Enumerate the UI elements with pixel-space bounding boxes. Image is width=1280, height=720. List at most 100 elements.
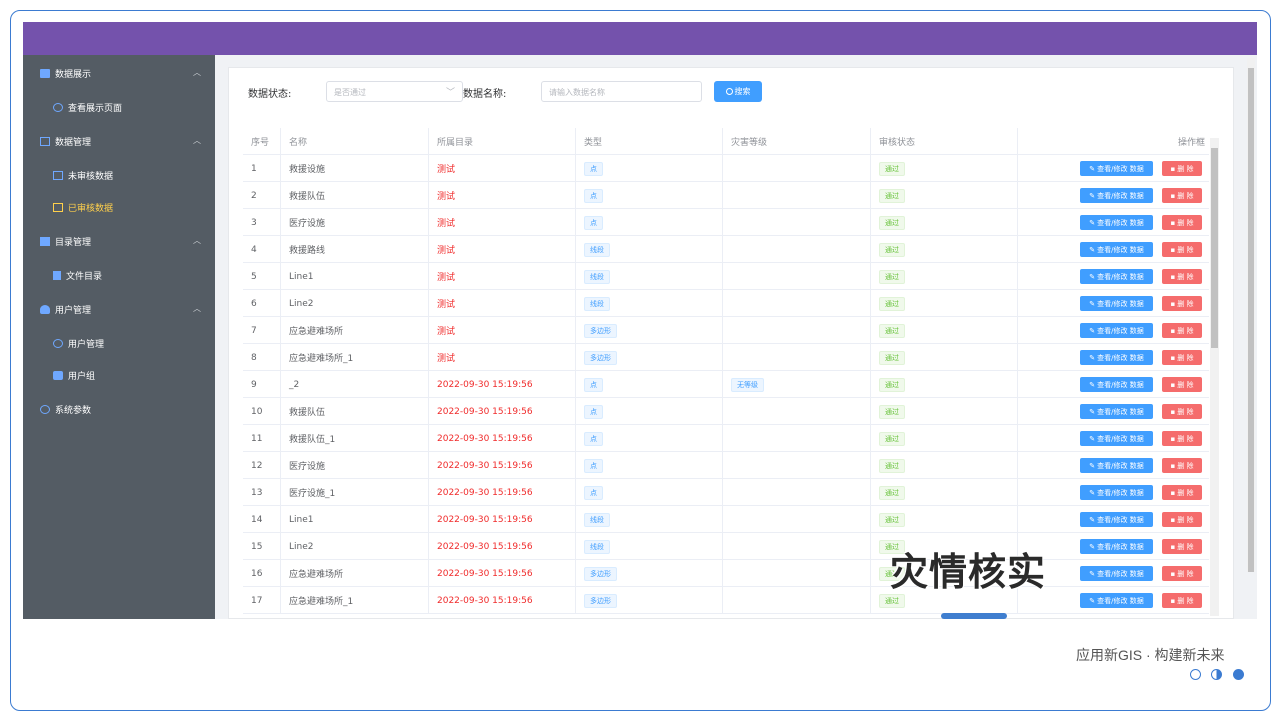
cell-actions: ✎ 查看/修改 数据 ▪ 删 除 [1018, 398, 1209, 425]
cell-no: 15 [243, 533, 281, 560]
edit-data-button[interactable]: ✎ 查看/修改 数据 [1080, 377, 1153, 392]
cell-no: 13 [243, 479, 281, 506]
edit-data-button[interactable]: ✎ 查看/修改 数据 [1080, 458, 1153, 473]
cell-no: 1 [243, 155, 281, 182]
table-row: 17 应急避难场所_1 2022-09-30 15:19:56 多边形 通过 ✎ 查看/修改… [243, 587, 1209, 614]
table-row: 15 Line2 2022-09-30 15:19:56 线段 通过 ✎ 查看/修改 数据 ▪… [243, 533, 1209, 560]
delete-button[interactable]: ▪ 删 除 [1162, 269, 1202, 284]
delete-button[interactable]: ▪ 删 除 [1162, 350, 1202, 365]
status-select[interactable]: 是否通过 ﹀ [326, 81, 463, 102]
page-scrollbar-thumb[interactable] [1248, 68, 1254, 572]
table-row: 1 救援设施 测试点 通过 ✎ 查看/修改 数据 ▪ 删 除 [243, 155, 1209, 182]
cell-disaster-level [723, 398, 871, 425]
delete-button[interactable]: ▪ 删 除 [1162, 188, 1202, 203]
table-row: 11 救援队伍_1 2022-09-30 15:19:56 点 通过 ✎ 查看/修改 数据 ▪… [243, 425, 1209, 452]
cell-disaster-level [723, 479, 871, 506]
edit-data-button[interactable]: ✎ 查看/修改 数据 [1080, 404, 1153, 419]
menu-system-params[interactable]: 系统参数 [23, 399, 215, 419]
delete-button[interactable]: ▪ 删 除 [1162, 458, 1202, 473]
edit-data-button[interactable]: ✎ 查看/修改 数据 [1080, 242, 1153, 257]
trash-icon: ▪ [1170, 515, 1176, 524]
type-tag: 点 [584, 377, 603, 392]
delete-button[interactable]: ▪ 删 除 [1162, 215, 1202, 230]
menu-data-display[interactable]: 数据展示 ︿ [23, 63, 215, 83]
edit-data-button[interactable]: ✎ 查看/修改 数据 [1080, 431, 1153, 446]
table-scrollbar-thumb[interactable] [1211, 148, 1218, 348]
status-tag: 通过 [879, 323, 905, 338]
app-header [23, 22, 1257, 55]
chevron-up-icon: ︿ [193, 136, 201, 145]
header-review-status: 审核状态 [871, 128, 1018, 155]
menu-file-directory[interactable]: 文件目录 [23, 265, 215, 285]
edit-data-button[interactable]: ✎ 查看/修改 数据 [1080, 188, 1153, 203]
delete-button[interactable]: ▪ 删 除 [1162, 566, 1202, 581]
menu-pending-data[interactable]: 未审核数据 [23, 165, 215, 185]
menu-view-display-page[interactable]: 查看展示页面 [23, 97, 215, 117]
edit-data-button[interactable]: ✎ 查看/修改 数据 [1080, 296, 1153, 311]
cell-no: 14 [243, 506, 281, 533]
delete-button[interactable]: ▪ 删 除 [1162, 593, 1202, 608]
cell-disaster-level [723, 236, 871, 263]
edit-icon: ✎ [1089, 245, 1096, 254]
name-search-input[interactable]: 请输入数据名称 [541, 81, 702, 102]
cell-disaster-level [723, 425, 871, 452]
cell-no: 3 [243, 209, 281, 236]
page-scrollbar[interactable] [1247, 58, 1255, 572]
horizontal-scroll-thumb[interactable] [941, 613, 1007, 619]
cell-directory: 2022-09-30 15:19:56 [429, 587, 576, 614]
menu-directory-manage[interactable]: 目录管理 ︿ [23, 231, 215, 251]
edit-data-button[interactable]: ✎ 查看/修改 数据 [1080, 593, 1153, 608]
table-row: 14 Line1 2022-09-30 15:19:56 线段 通过 ✎ 查看/修改 数据 ▪… [243, 506, 1209, 533]
level-tag: 无等级 [731, 377, 764, 392]
edit-data-button[interactable]: ✎ 查看/修改 数据 [1080, 215, 1153, 230]
delete-button[interactable]: ▪ 删 除 [1162, 404, 1202, 419]
edit-data-button[interactable]: ✎ 查看/修改 数据 [1080, 323, 1153, 338]
table-row: 8 应急避难场所_1 测试 多边形 通过 ✎ 查看/修改 数据 ▪ 删 除 [243, 344, 1209, 371]
cell-directory: 2022-09-30 15:19:56 [429, 506, 576, 533]
cell-directory: 2022-09-30 15:19:56 [429, 398, 576, 425]
trash-icon: ▪ [1170, 191, 1176, 200]
delete-button[interactable]: ▪ 删 除 [1162, 296, 1202, 311]
edit-icon: ✎ [1089, 461, 1096, 470]
cell-no: 9 [243, 371, 281, 398]
edit-data-button[interactable]: ✎ 查看/修改 数据 [1080, 350, 1153, 365]
delete-button[interactable]: ▪ 删 除 [1162, 323, 1202, 338]
trash-icon: ▪ [1170, 569, 1176, 578]
status-tag: 通过 [879, 161, 905, 176]
header-actions: 操作框 [1177, 138, 1205, 148]
edit-data-button[interactable]: ✎ 查看/修改 数据 [1080, 485, 1153, 500]
edit-data-button[interactable]: ✎ 查看/修改 数据 [1080, 161, 1153, 176]
menu-users[interactable]: 用户管理 [23, 333, 215, 353]
cell-name: Line1 [281, 506, 429, 533]
type-tag: 线段 [584, 539, 610, 554]
edit-data-button[interactable]: ✎ 查看/修改 数据 [1080, 539, 1153, 554]
users-icon [53, 338, 63, 348]
menu-user-manage[interactable]: 用户管理 ︿ [23, 299, 215, 319]
cell-type: 点 [576, 425, 723, 452]
delete-button[interactable]: ▪ 删 除 [1162, 377, 1202, 392]
delete-button[interactable]: ▪ 删 除 [1162, 161, 1202, 176]
cell-name: 救援设施 [281, 155, 429, 182]
menu-approved-data[interactable]: 已审核数据 [23, 197, 215, 217]
cell-directory: 2022-09-30 15:19:56 [429, 479, 576, 506]
menu-user-group[interactable]: 用户组 [23, 365, 215, 385]
group-icon [53, 370, 63, 380]
cell-type: 线段 [576, 290, 723, 317]
delete-button[interactable]: ▪ 删 除 [1162, 485, 1202, 500]
delete-button[interactable]: ▪ 删 除 [1162, 512, 1202, 527]
search-button[interactable]: 搜索 [714, 81, 762, 102]
menu-data-manage[interactable]: 数据管理 ︿ [23, 131, 215, 151]
edit-data-button[interactable]: ✎ 查看/修改 数据 [1080, 566, 1153, 581]
cell-actions: ✎ 查看/修改 数据 ▪ 删 除 [1018, 155, 1209, 182]
delete-button[interactable]: ▪ 删 除 [1162, 431, 1202, 446]
edit-data-button[interactable]: ✎ 查看/修改 数据 [1080, 269, 1153, 284]
delete-button[interactable]: ▪ 删 除 [1162, 539, 1202, 554]
edit-data-button[interactable]: ✎ 查看/修改 数据 [1080, 512, 1153, 527]
trash-icon: ▪ [1170, 434, 1176, 443]
cell-disaster-level [723, 290, 871, 317]
delete-button[interactable]: ▪ 删 除 [1162, 242, 1202, 257]
table-scrollbar[interactable] [1210, 138, 1219, 616]
cell-review-status: 通过 [871, 182, 1018, 209]
status-tag: 通过 [879, 485, 905, 500]
cell-review-status: 通过 [871, 317, 1018, 344]
